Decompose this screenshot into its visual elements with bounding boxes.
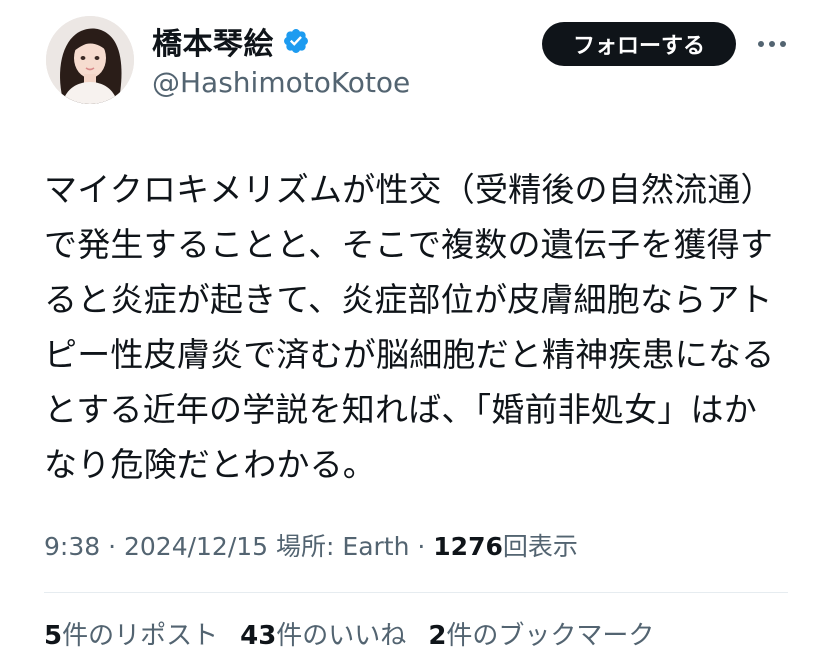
tweet-text-line: ピー性皮膚炎で済むが脳細胞だと精神疾患になる	[44, 335, 775, 374]
tweet-time[interactable]: 9:38	[44, 532, 100, 561]
follow-button[interactable]: フォローする	[542, 22, 736, 66]
display-name[interactable]: 橋本琴絵	[152, 19, 274, 63]
likes-label: 件のいいね	[276, 621, 407, 651]
tweet-date[interactable]: 2024/12/15	[124, 532, 268, 561]
verified-badge-icon[interactable]	[282, 27, 310, 55]
reposts-stat[interactable]: 5件のリポスト	[44, 615, 218, 652]
likes-stat[interactable]: 43件のいいね	[240, 615, 406, 652]
tweet-container: 橋本琴絵 @HashimotoKotoe フォローする マイクロキメリズムが性交…	[0, 0, 828, 664]
avatar-image	[46, 16, 134, 104]
tweet-location: 場所: Earth	[268, 532, 410, 561]
reposts-label: 件のリポスト	[62, 621, 219, 651]
handle[interactable]: @HashimotoKotoe	[152, 66, 410, 99]
tweet-text: マイクロキメリズムが性交（受精後の自然流通） で発生することと、そこで複数の遺伝…	[44, 162, 794, 492]
avatar[interactable]	[46, 16, 134, 104]
tweet-text-line: なり危険だとわかる。	[44, 445, 376, 484]
meta-separator: ·	[100, 532, 124, 561]
bookmarks-stat[interactable]: 2件のブックマーク	[428, 615, 654, 652]
views-count: 1276	[433, 532, 503, 561]
tweet-text-line: マイクロキメリズムが性交（受精後の自然流通）	[44, 170, 774, 209]
name-row: 橋本琴絵	[152, 19, 410, 63]
author-info: 橋本琴絵 @HashimotoKotoe	[152, 22, 410, 99]
views-label: 回表示	[502, 532, 578, 561]
more-horizontal-icon[interactable]	[752, 30, 792, 58]
bookmarks-count: 2	[428, 621, 447, 651]
bookmarks-label: 件のブックマーク	[446, 621, 655, 651]
tweet-text-line: とする近年の学説を知れば、「婚前非処女」はか	[44, 390, 757, 429]
likes-count: 43	[240, 621, 277, 651]
meta-separator: ·	[409, 532, 434, 561]
tweet-header: 橋本琴絵 @HashimotoKotoe フォローする	[46, 16, 806, 116]
divider	[44, 592, 788, 593]
reposts-count: 5	[44, 621, 63, 651]
tweet-text-line: ると炎症が起きて、炎症部位が皮膚細胞ならアト	[44, 280, 773, 319]
tweet-text-line: で発生することと、そこで複数の遺伝子を獲得す	[44, 225, 774, 264]
tweet-stats: 5件のリポスト 43件のいいね 2件のブックマーク	[44, 615, 654, 652]
tweet-meta: 9:38 · 2024/12/15 場所: Earth · 1276回表示	[44, 527, 578, 563]
